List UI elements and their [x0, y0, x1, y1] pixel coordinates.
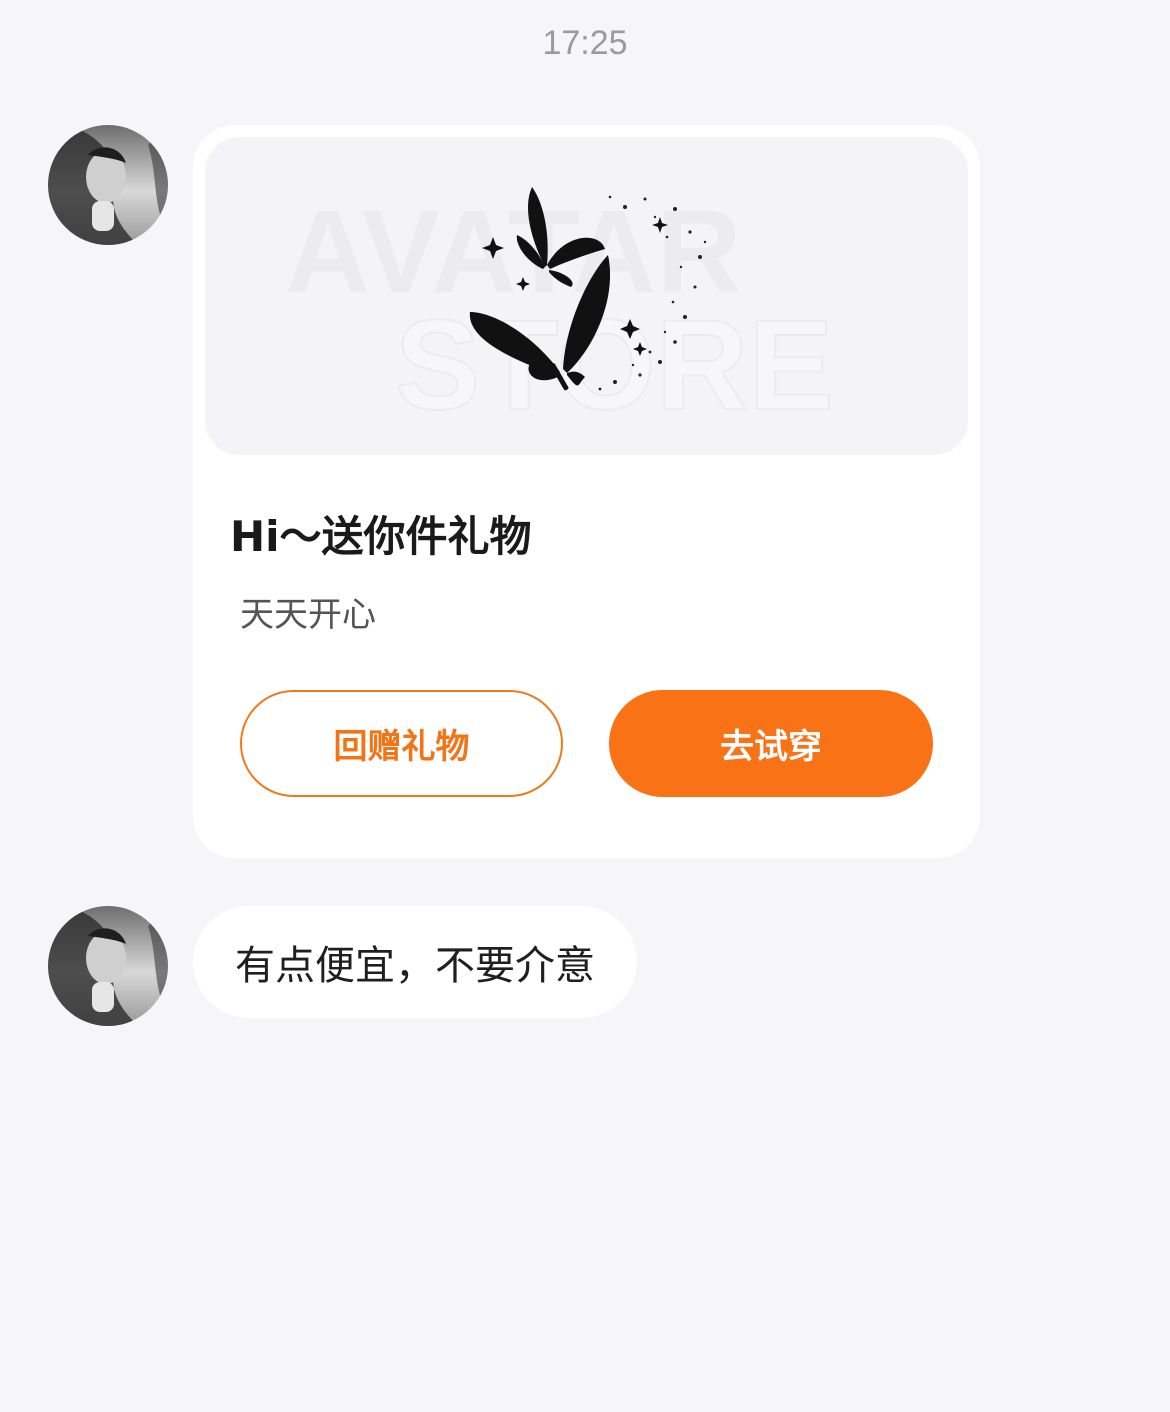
sender-avatar[interactable] [48, 125, 168, 245]
message-timestamp: 17:25 [542, 24, 628, 62]
gift-title: Hi～送你件礼物 [230, 512, 532, 561]
gift-preview-image: AVATAR STORE [205, 137, 968, 455]
gift-message: 天天开心 [240, 595, 376, 635]
try-on-button[interactable]: 去试穿 [609, 690, 933, 797]
text-message-bubble[interactable]: 有点便宜，不要介意 [193, 906, 637, 1018]
message-text: 有点便宜，不要介意 [235, 943, 595, 989]
watermark-text-2: STORE [395, 294, 834, 437]
return-gift-button[interactable]: 回赠礼物 [240, 690, 563, 797]
gift-card[interactable]: AVATAR STORE Hi～送你件礼物 天天开心 回赠礼物 去试穿 [193, 125, 980, 858]
sender-avatar[interactable] [48, 906, 168, 1026]
